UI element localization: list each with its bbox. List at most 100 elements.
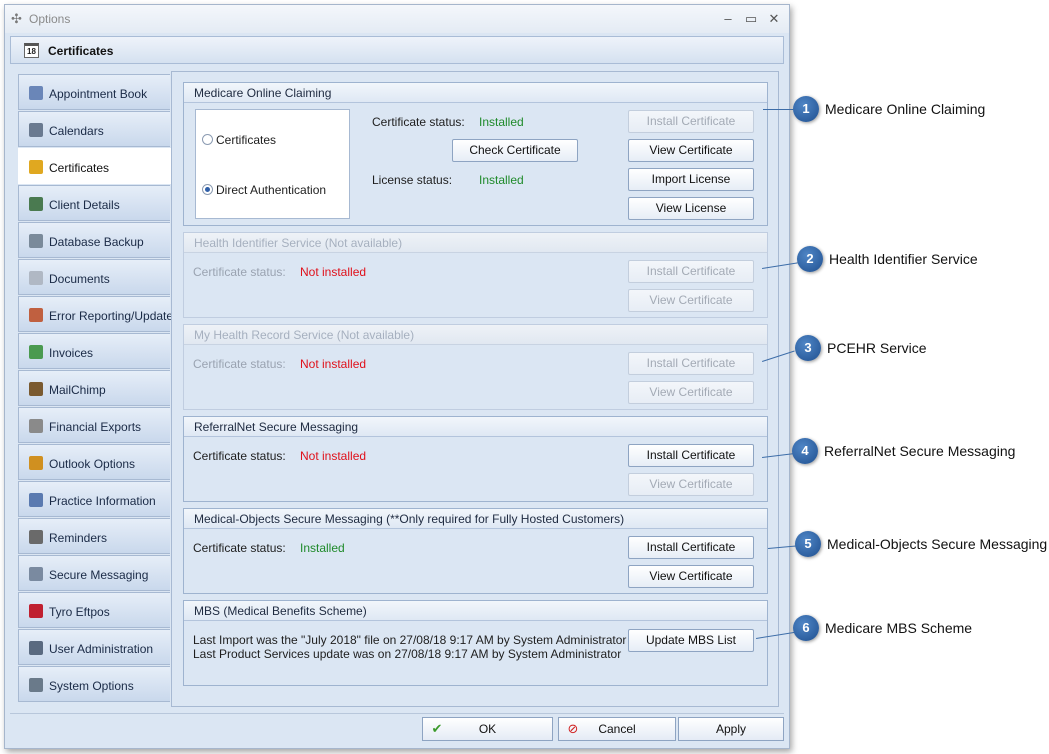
radio-direct-authentication[interactable] — [202, 184, 213, 195]
callout-line-1 — [763, 109, 794, 110]
view-certificate-button[interactable]: View Certificate — [628, 289, 754, 312]
callout-text-4: ReferralNet Secure Messaging — [824, 443, 1016, 459]
sidebar-item-label: Tyro Eftpos — [49, 605, 110, 619]
clients-icon — [29, 197, 43, 211]
radio-certificates-label[interactable]: Certificates — [216, 133, 276, 147]
sidebar-item-documents[interactable]: Documents — [18, 259, 170, 295]
sidebar-item-error-reporting-updates[interactable]: Error Reporting/Updates — [18, 296, 179, 332]
sidebar-item-appointment-book[interactable]: Appointment Book — [18, 74, 170, 110]
sidebar-item-label: Documents — [49, 272, 110, 286]
cert-status-label: Certificate status: — [193, 541, 286, 555]
sidebar-item-label: Reminders — [49, 531, 108, 545]
mbs-last-import: Last Import was the "July 2018" file on … — [193, 633, 627, 647]
app-icon: ✣ — [11, 11, 22, 26]
view-certificate-button[interactable]: View Certificate — [628, 139, 754, 162]
sidebar-item-database-backup[interactable]: Database Backup — [18, 222, 170, 258]
install-certificate-button[interactable]: Install Certificate — [628, 260, 754, 283]
update-mbs-list-button[interactable]: Update MBS List — [628, 629, 754, 652]
callout-number-2: 2 — [797, 246, 823, 272]
callout-number-5: 5 — [795, 531, 821, 557]
check-certificate-button[interactable]: Check Certificate — [452, 139, 578, 162]
sidebar-item-label: Invoices — [49, 346, 94, 360]
cert-status-value: Not installed — [300, 357, 367, 371]
panel-title: Health Identifier Service (Not available… — [184, 233, 767, 253]
certificate-ribbon-icon — [29, 160, 43, 174]
view-certificate-button[interactable]: View Certificate — [628, 381, 754, 404]
panel-title: Medical-Objects Secure Messaging (**Only… — [184, 509, 767, 529]
cert-status-label: Certificate status: — [193, 265, 286, 279]
title-bar[interactable]: ✣ Options – ▭ ✕ — [5, 5, 789, 33]
license-status-label: License status: — [372, 173, 453, 187]
sidebar-item-label: Outlook Options — [49, 457, 136, 471]
cancel-icon: ⊘ — [567, 721, 579, 736]
sidebar-item-label: System Options — [49, 679, 134, 693]
sidebar-item-label: Secure Messaging — [49, 568, 149, 582]
callout-text-3: PCEHR Service — [827, 340, 927, 356]
ok-label: OK — [478, 722, 497, 736]
sidebar-item-certificates[interactable]: Certificates — [18, 148, 172, 184]
sidebar-item-user-administration[interactable]: User Administration — [18, 629, 170, 665]
install-certificate-button[interactable]: Install Certificate — [628, 444, 754, 467]
section-title: Certificates — [48, 44, 114, 58]
panel-title: ReferralNet Secure Messaging — [184, 417, 767, 437]
panel-title: Medicare Online Claiming — [184, 83, 767, 103]
sidebar-item-financial-exports[interactable]: Financial Exports — [18, 407, 170, 443]
sidebar-item-invoices[interactable]: Invoices — [18, 333, 170, 369]
view-certificate-button[interactable]: View Certificate — [628, 473, 754, 496]
appointment-book-icon — [29, 86, 43, 100]
sidebar-item-system-options[interactable]: System Options — [18, 666, 170, 702]
sidebar-item-label: Appointment Book — [49, 87, 148, 101]
window-title: Options — [29, 12, 71, 26]
minimize-icon[interactable]: – — [718, 10, 738, 28]
sidebar-item-mailchimp[interactable]: MailChimp — [18, 370, 170, 406]
ok-button[interactable]: ✔ OK — [422, 717, 553, 741]
radio-direct-authentication-label[interactable]: Direct Authentication — [216, 183, 326, 197]
certificates-content: Medicare Online Claiming Certificates Di… — [171, 71, 779, 707]
install-certificate-button[interactable]: Install Certificate — [628, 536, 754, 559]
cert-status-value: Not installed — [300, 449, 367, 463]
callout-number-1: 1 — [793, 96, 819, 122]
sidebar-item-label: Client Details — [49, 198, 120, 212]
my-health-record-panel: My Health Record Service (Not available)… — [183, 324, 768, 410]
radio-certificates[interactable] — [202, 134, 213, 145]
sidebar-item-tyro-eftpos[interactable]: Tyro Eftpos — [18, 592, 170, 628]
apply-button[interactable]: Apply — [678, 717, 784, 741]
health-identifier-panel: Health Identifier Service (Not available… — [183, 232, 768, 318]
cert-status-value: Not installed — [300, 265, 367, 279]
secure-message-icon — [29, 567, 43, 581]
sidebar-item-label: Practice Information — [49, 494, 156, 508]
mbs-panel: MBS (Medical Benefits Scheme) Last Impor… — [183, 600, 768, 686]
cert-status-label: Certificate status: — [193, 449, 286, 463]
sidebar-item-client-details[interactable]: Client Details — [18, 185, 170, 221]
sidebar-item-label: Certificates — [49, 161, 110, 175]
callout-text-2: Health Identifier Service — [829, 251, 978, 267]
callout-text-5: Medical-Objects Secure Messaging — [827, 536, 1048, 552]
system-options-icon — [29, 678, 43, 692]
sidebar-item-label: MailChimp — [49, 383, 106, 397]
tyro-icon — [29, 604, 43, 618]
import-license-button[interactable]: Import License — [628, 168, 754, 191]
sidebar-item-reminders[interactable]: Reminders — [18, 518, 170, 554]
install-certificate-button[interactable]: Install Certificate — [628, 352, 754, 375]
sidebar-item-label: Financial Exports — [49, 420, 142, 434]
callout-text-6: Medicare MBS Scheme — [825, 620, 973, 636]
apply-label: Apply — [715, 722, 747, 736]
install-certificate-button[interactable]: Install Certificate — [628, 110, 754, 133]
sidebar-item-outlook-options[interactable]: Outlook Options — [18, 444, 170, 480]
error-report-icon — [29, 308, 43, 322]
view-license-button[interactable]: View License — [628, 197, 754, 220]
document-icon — [29, 271, 43, 285]
close-icon[interactable]: ✕ — [764, 10, 784, 28]
sidebar-item-secure-messaging[interactable]: Secure Messaging — [18, 555, 170, 591]
sidebar-item-practice-information[interactable]: Practice Information — [18, 481, 170, 517]
options-sidebar: Appointment Book Calendars Certificates Cli… — [18, 71, 179, 707]
user-admin-icon — [29, 641, 43, 655]
cancel-button[interactable]: ⊘ Cancel — [558, 717, 676, 741]
sidebar-item-calendars[interactable]: Calendars — [18, 111, 170, 147]
sidebar-item-label: Error Reporting/Updates — [49, 309, 180, 323]
outlook-icon — [29, 456, 43, 470]
view-certificate-button[interactable]: View Certificate — [628, 565, 754, 588]
sidebar-item-label: Database Backup — [49, 235, 144, 249]
maximize-icon[interactable]: ▭ — [741, 10, 761, 28]
export-icon — [29, 419, 43, 433]
